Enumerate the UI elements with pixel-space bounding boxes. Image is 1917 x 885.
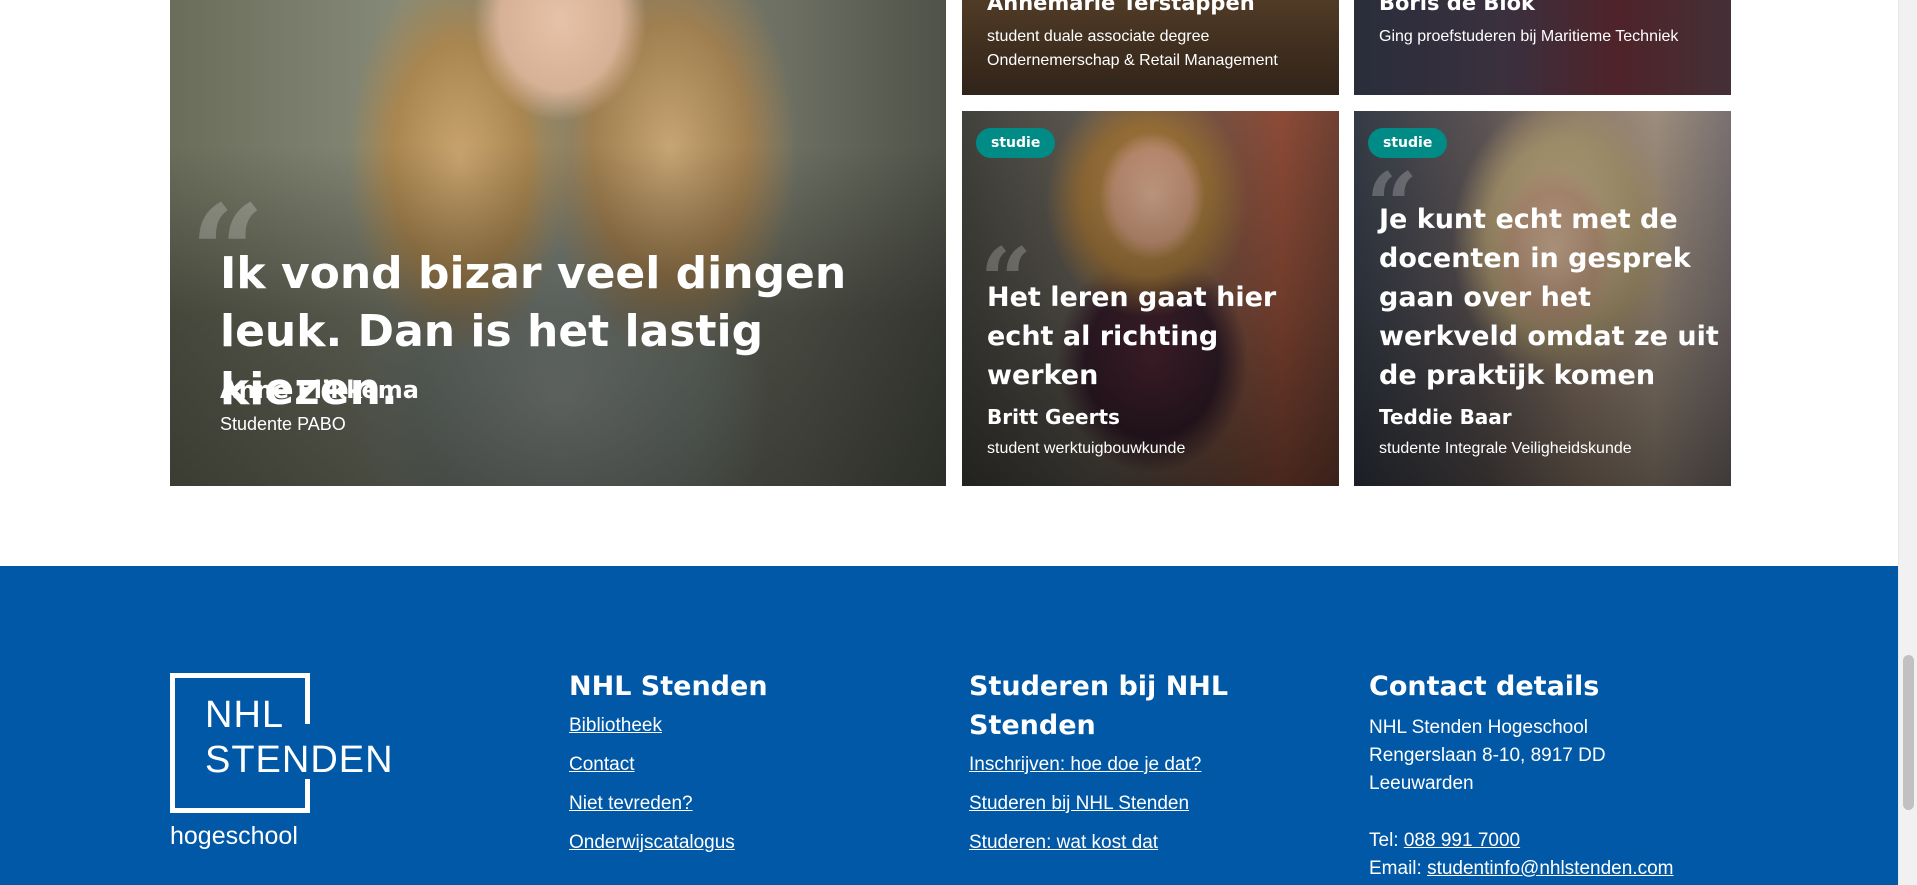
testimonial-role: student duale associate degree Onderneme… — [987, 28, 1278, 69]
footer-link-bibliotheek[interactable]: Bibliotheek — [569, 714, 909, 737]
testimonial-role: studente Integrale Veiligheidskunde — [1379, 440, 1632, 457]
footer-column-studeren: Studeren bij NHL Stenden Inschrijven: ho… — [969, 667, 1309, 870]
testimonial-quote: Het leren gaat hier echt al richting wer… — [987, 282, 1277, 391]
contact-address-line2: Leeuwarden — [1369, 773, 1474, 794]
testimonial-name: Annemarie Terstappen — [987, 0, 1255, 15]
testimonial-card-boris[interactable]: Boris de Blok Ging proefstuderen bij Mar… — [1354, 0, 1731, 95]
footer-link-contact[interactable]: Contact — [569, 753, 909, 776]
footer-link-niet-tevreden[interactable]: Niet tevreden? — [569, 792, 909, 815]
contact-org: NHL Stenden Hogeschool — [1369, 717, 1588, 738]
footer-link-onderwijscatalogus[interactable]: Onderwijscatalogus — [569, 831, 909, 854]
logo-text-hogeschool: hogeschool — [170, 822, 298, 850]
testimonial-role: Studente PABO — [220, 414, 346, 434]
site-footer: NHL STENDEN hogeschool NHL Stenden Bibli… — [0, 566, 1898, 885]
testimonial-quote: Je kunt echt met de docenten in gesprek … — [1379, 204, 1719, 391]
testimonial-name: Boris de Blok — [1379, 0, 1535, 15]
testimonial-card-britt[interactable]: studie “ Het leren gaat hier echt al ric… — [962, 111, 1339, 486]
contact-email: Email: studentinfo@nhlstenden.com — [1369, 855, 1709, 883]
testimonial-role: student werktuigbouwkunde — [987, 440, 1186, 457]
testimonial-name: Anne Flikkema — [220, 376, 419, 404]
testimonial-card-teddie[interactable]: studie “ Je kunt echt met de docenten in… — [1354, 111, 1731, 486]
footer-link-studeren-bij[interactable]: Studeren bij NHL Stenden — [969, 792, 1309, 815]
testimonial-role: Ging proefstuderen bij Maritieme Technie… — [1379, 28, 1679, 45]
testimonial-card-anne[interactable]: “ Ik vond bizar veel dingen leuk. Dan is… — [170, 0, 946, 486]
footer-heading: Contact details — [1369, 671, 1600, 702]
category-badge: studie — [976, 128, 1056, 158]
page: “ Ik vond bizar veel dingen leuk. Dan is… — [0, 0, 1898, 885]
email-link[interactable]: studentinfo@nhlstenden.com — [1427, 858, 1673, 879]
footer-heading: NHL Stenden — [569, 671, 768, 702]
footer-column-nhl-stenden: NHL Stenden Bibliotheek Contact Niet tev… — [569, 667, 909, 870]
footer-link-inschrijven[interactable]: Inschrijven: hoe doe je dat? — [969, 753, 1309, 776]
contact-phone: Tel: 088 991 7000 — [1369, 827, 1709, 855]
vertical-scrollbar[interactable] — [1898, 0, 1917, 885]
logo-text-nhl: NHL — [205, 694, 285, 736]
testimonial-card-annemarie[interactable]: Annemarie Terstappen student duale assoc… — [962, 0, 1339, 95]
phone-link[interactable]: 088 991 7000 — [1404, 830, 1520, 851]
footer-link-wat-kost-dat[interactable]: Studeren: wat kost dat — [969, 831, 1309, 854]
scrollbar-thumb[interactable] — [1903, 655, 1914, 810]
testimonial-name: Britt Geerts — [987, 405, 1120, 429]
phone-label: Tel: — [1369, 830, 1404, 851]
contact-address-line1: Rengerslaan 8-10, 8917 DD — [1369, 745, 1606, 766]
email-label: Email: — [1369, 858, 1428, 879]
footer-heading: Studeren bij NHL Stenden — [969, 671, 1229, 741]
logo-text-stenden: STENDEN — [205, 741, 398, 779]
testimonial-name: Teddie Baar — [1379, 405, 1512, 429]
footer-column-contact: Contact details NHL Stenden Hogeschool R… — [1369, 667, 1709, 883]
